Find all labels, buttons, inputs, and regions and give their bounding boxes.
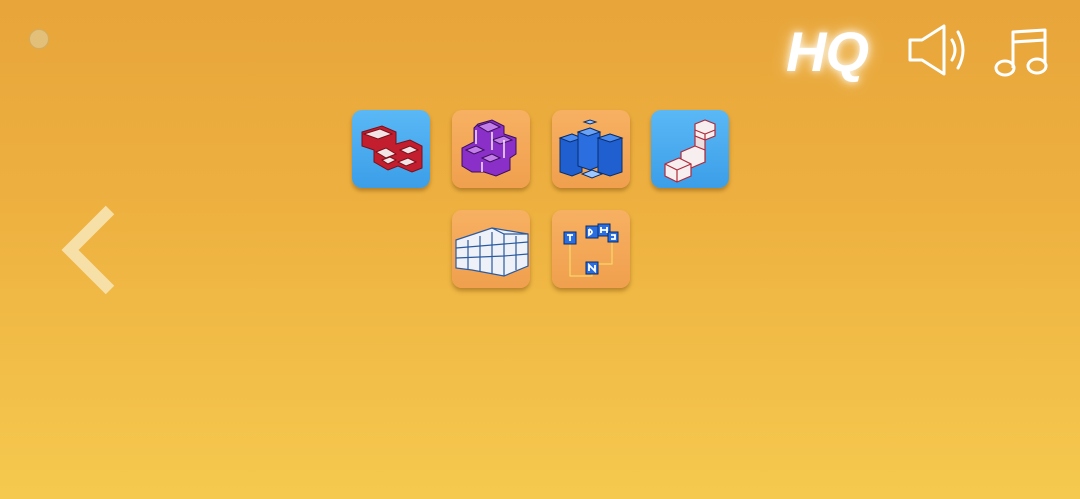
level-tile-5[interactable] <box>452 210 530 288</box>
level-tile-2[interactable] <box>452 110 530 188</box>
white-wall-puzzle-icon <box>455 227 529 277</box>
hq-toggle-button[interactable]: HQ <box>786 18 878 86</box>
red-block-puzzle-icon <box>361 125 423 173</box>
level-tile-1[interactable] <box>352 110 430 188</box>
back-button[interactable] <box>58 204 120 296</box>
music-note-icon <box>994 28 1048 77</box>
chevron-left-icon <box>61 205 115 295</box>
blue-tower-puzzle-icon <box>558 119 624 179</box>
level-tile-3[interactable] <box>552 110 630 188</box>
sound-icon <box>908 24 965 76</box>
white-stairs-puzzle-icon <box>664 119 716 183</box>
sound-toggle-button[interactable] <box>906 22 968 78</box>
music-toggle-button[interactable] <box>993 24 1049 78</box>
level-tile-4[interactable] <box>651 110 729 188</box>
status-indicator <box>29 29 49 49</box>
level-tile-6[interactable] <box>552 210 630 288</box>
purple-block-puzzle-icon <box>461 119 517 177</box>
letter-blocks-puzzle-icon <box>563 223 619 277</box>
